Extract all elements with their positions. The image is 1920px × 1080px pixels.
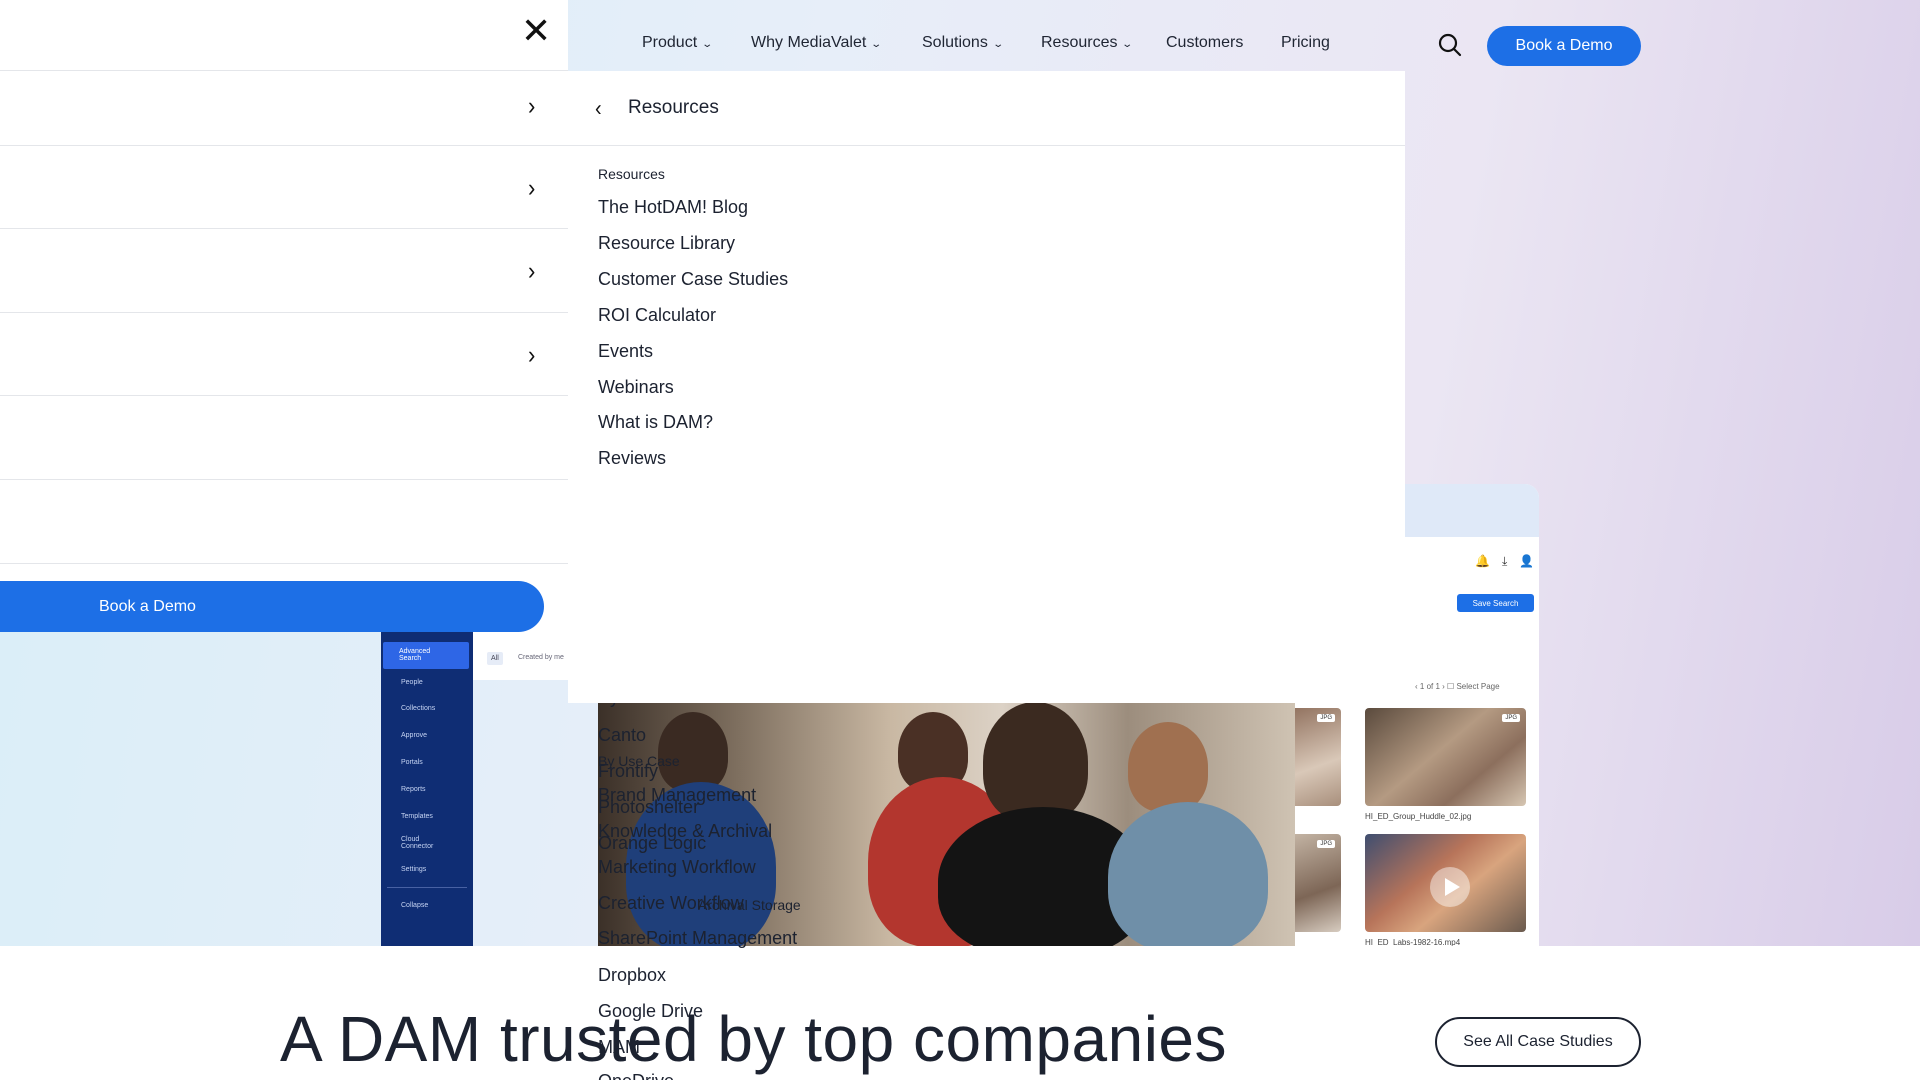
submenu-section-label: Resources <box>598 166 665 182</box>
thumbnail-caption: HI_ED_Group_Huddle_02.jpg <box>1365 812 1472 821</box>
drawer-book-demo-label: Book a Demo <box>99 597 196 615</box>
photo-person <box>983 702 1088 822</box>
submenu-link-events[interactable]: Events <box>598 341 653 362</box>
preview-sidebar-item: Collections <box>401 705 436 713</box>
photo-person <box>1128 722 1208 812</box>
preview-sidebar-item: Settings <box>401 866 427 874</box>
mobile-menu-drawer: ✕ › › › › Book a Demo <box>0 0 568 632</box>
submenu-link-webinars[interactable]: Webinars <box>598 377 674 398</box>
submenu-link-blog[interactable]: The HotDAM! Blog <box>598 197 748 218</box>
preview-sidebar-item: Templates <box>401 812 433 820</box>
pager-number: 1 <box>1419 682 1425 691</box>
chevron-left-icon[interactable]: ‹ <box>595 97 602 122</box>
search-icon[interactable] <box>1437 32 1463 58</box>
notification-icon: 🔔 <box>1475 554 1490 568</box>
submenu-bleed-item: OneDrive <box>598 1071 674 1080</box>
nav-customers[interactable]: Customers <box>1166 34 1243 52</box>
nav-pricing-label: Pricing <box>1281 34 1330 51</box>
preview-filter-chip: All <box>487 652 503 665</box>
preview-sidebar-item: Collapse <box>401 902 429 910</box>
book-demo-button[interactable]: Book a Demo <box>1487 26 1641 66</box>
nav-why-mediavalet[interactable]: Why MediaValet ⌄ <box>751 34 883 52</box>
close-icon[interactable]: ✕ <box>521 13 551 49</box>
chevron-right-icon: › <box>528 256 536 285</box>
chevron-right-icon: › <box>528 91 536 120</box>
preview-toolbar: 🔔 ⤓ 👤 <box>1475 554 1534 569</box>
submenu-bleed-item: Frontify <box>598 761 659 781</box>
submenu-link-resource-library[interactable]: Resource Library <box>598 233 735 254</box>
submenu-bleed-item: Marketing Workflow <box>598 857 756 877</box>
drawer-menu-row[interactable]: › <box>0 145 568 229</box>
drawer-menu-row[interactable] <box>0 479 568 564</box>
user-icon: 👤 <box>1519 554 1535 568</box>
submenu-header: ‹ Resources <box>568 71 1405 146</box>
jpg-badge: JPG <box>1317 714 1335 722</box>
chevron-down-icon: ⌄ <box>870 38 883 50</box>
save-search-button: Save Search <box>1457 594 1534 612</box>
see-case-studies-button[interactable]: See All Case Studies <box>1435 1017 1641 1067</box>
submenu-link-case-studies[interactable]: Customer Case Studies <box>598 269 788 290</box>
nav-why-label: Why MediaValet <box>751 34 867 51</box>
submenu-bleed-item: Dropbox <box>598 965 667 985</box>
thumbnail: JPG <box>1365 708 1526 806</box>
submenu-bleed-item: Photoshelter <box>598 797 700 817</box>
thumbnail-caption: HI_ED_Labs-1982-16.mp4 <box>1365 938 1461 946</box>
preview-sidebar-item: People <box>401 678 423 686</box>
nav-product-label: Product <box>642 34 698 51</box>
drawer-book-demo-button[interactable]: Book a Demo <box>0 581 544 632</box>
chevron-down-icon: ⌄ <box>1121 38 1134 50</box>
drawer-menu-row[interactable]: › <box>0 70 568 146</box>
preview-sidebar: Advanced Search People Collections Appro… <box>381 632 473 946</box>
preview-sidebar-item: Cloud Connector <box>401 835 434 850</box>
submenu-bleed-item: Google Drive <box>598 1001 704 1021</box>
chevron-down-icon: ⌄ <box>701 38 714 50</box>
preview-sidebar-item: Approve <box>401 732 428 740</box>
preview-sidebar-item: Reports <box>401 785 426 793</box>
section-headline: A DAM trusted by top companies <box>280 1003 1227 1075</box>
submenu-link-roi-calculator[interactable]: ROI Calculator <box>598 305 716 326</box>
preview-sidebar-item: Advanced Search <box>383 642 469 669</box>
drawer-menu-row[interactable]: › <box>0 312 568 396</box>
jpg-badge: JPG <box>1502 714 1520 722</box>
nav-customers-label: Customers <box>1166 34 1244 51</box>
download-icon: ⤓ <box>1501 554 1508 568</box>
nav-solutions[interactable]: Solutions ⌄ <box>922 34 1004 52</box>
photo-person <box>658 712 728 792</box>
nav-product[interactable]: Product ⌄ <box>642 34 714 52</box>
photo-person <box>1108 802 1268 946</box>
nav-solutions-label: Solutions <box>922 34 988 51</box>
preview-pager: ‹ 1 of 1 › ☐ Select Page <box>1415 682 1500 691</box>
drawer-divider <box>0 563 568 564</box>
submenu-link-what-is-dam[interactable]: What is DAM? <box>598 412 713 433</box>
chevron-right-icon: › <box>528 340 536 369</box>
preview-sidebar-item: Portals <box>401 759 423 767</box>
video-thumbnail <box>1365 834 1526 932</box>
submenu-bleed-item: Orange Logic <box>598 833 707 853</box>
chevron-right-icon: › <box>528 173 536 202</box>
preview-divider <box>387 887 467 889</box>
nav-pricing[interactable]: Pricing <box>1281 34 1330 52</box>
submenu-title: Resources <box>628 97 719 118</box>
submenu-link-reviews[interactable]: Reviews <box>598 448 666 469</box>
submenu-bleed-item: MAM <box>598 1037 640 1057</box>
chevron-down-icon: ⌄ <box>992 38 1004 50</box>
nav-resources-label: Resources <box>1041 34 1118 51</box>
play-icon <box>1430 867 1470 907</box>
submenu-bleed-item: SharePoint Management <box>598 928 798 948</box>
nav-resources[interactable]: Resources ⌄ <box>1041 34 1134 52</box>
drawer-menu-row[interactable] <box>0 395 568 479</box>
save-search-label: Save Search <box>1472 598 1519 608</box>
select-page-label: Select Page <box>1456 682 1500 691</box>
submenu-bleed-item: Archival Storage <box>698 897 801 913</box>
submenu-bleed-item: Canto <box>598 725 647 745</box>
pager-of: of 1 <box>1426 682 1440 691</box>
resources-submenu: ‹ Resources Resources The HotDAM! Blog R… <box>568 71 1405 703</box>
jpg-badge: JPG <box>1317 840 1335 848</box>
preview-filter-text: Created by me <box>518 654 564 661</box>
drawer-menu-row[interactable]: › <box>0 228 568 312</box>
